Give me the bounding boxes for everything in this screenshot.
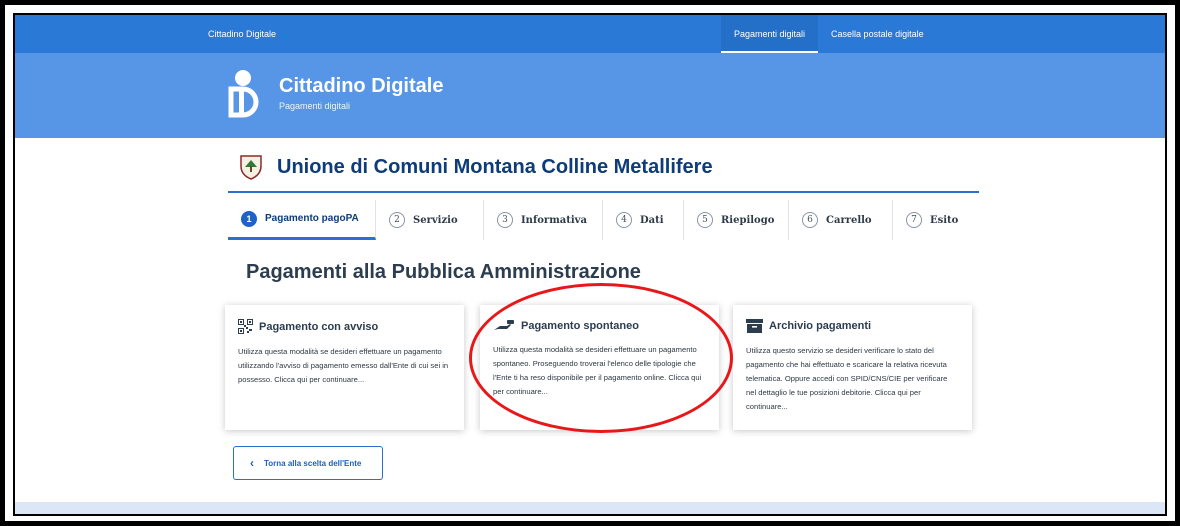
header-subtitle: Pagamenti digitali [279,101,351,111]
card-title: Archivio pagamenti [769,320,872,332]
step-number: 7 [906,212,922,228]
step-number: 1 [241,210,257,227]
chevron-left-icon: ‹ [250,456,254,470]
topbar-nav: Pagamenti digitali Casella postale digit… [721,15,937,53]
card-header: Archivio pagamenti [746,319,959,333]
step-number: 6 [802,212,818,228]
step-label: Servizio [413,214,458,226]
step-number: 2 [389,212,405,228]
page-title: Pagamenti alla Pubblica Amministrazione [246,261,641,283]
ente-crest-icon [240,155,262,180]
step-dati[interactable]: 4 Dati [603,200,684,240]
payment-icon [494,320,514,330]
card-header: Pagamento con avviso [238,319,451,334]
nav-casella-postale[interactable]: Casella postale digitale [818,15,937,53]
ente-heading: Unione di Comuni Montana Colline Metalli… [239,154,713,180]
card-description: Utilizza questa modalità se desideri eff… [493,345,702,396]
nav-pagamenti-digitali[interactable]: Pagamenti digitali [721,15,819,53]
site-header: Cittadino Digitale Pagamenti digitali [15,53,1165,138]
step-informativa[interactable]: 3 Informativa [484,200,603,240]
card-pagamento-con-avviso[interactable]: Pagamento con avviso Utilizza questa mod… [225,305,464,430]
step-servizio[interactable]: 2 Servizio [376,200,484,240]
step-label: Dati [640,214,664,226]
qr-code-icon [238,319,253,334]
card-header: Pagamento spontaneo [493,319,706,332]
card-pagamento-spontaneo[interactable]: Pagamento spontaneo Utilizza questa moda… [480,305,719,430]
header-title: Cittadino Digitale [279,75,444,97]
step-number: 4 [616,212,632,228]
topbar-brand[interactable]: Cittadino Digitale [208,29,276,39]
step-number: 5 [697,212,713,228]
back-to-ente-button[interactable]: ‹ Torna alla scelta dell'Ente [233,446,383,480]
step-pagamento-pagopa[interactable]: 1 Pagamento pagoPA [228,200,376,240]
step-label: Pagamento pagoPA [265,213,359,224]
screenshot-frame: Cittadino Digitale Pagamenti digitali Ca… [0,0,1180,526]
ente-name: Unione di Comuni Montana Colline Metalli… [277,155,713,178]
top-bar: Cittadino Digitale Pagamenti digitali Ca… [15,15,1165,53]
step-label: Riepilogo [721,214,775,226]
progress-steps: 1 Pagamento pagoPA 2 Servizio 3 Informat… [228,200,979,240]
archive-icon [746,319,763,333]
step-carrello[interactable]: 6 Carrello [789,200,893,240]
step-esito[interactable]: 7 Esito [893,200,979,240]
step-label: Informativa [521,214,587,226]
step-label: Carrello [826,214,872,226]
card-description: Utilizza questa modalità se desideri eff… [238,347,449,384]
footer-band [15,502,1165,514]
ente-divider [228,191,979,193]
browser-viewport: Cittadino Digitale Pagamenti digitali Ca… [13,13,1167,516]
card-archivio-pagamenti[interactable]: Archivio pagamenti Utilizza questo servi… [733,305,972,430]
step-number: 3 [497,212,513,228]
back-button-label: Torna alla scelta dell'Ente [264,458,362,468]
card-description: Utilizza questo servizio se desideri ver… [746,346,948,411]
card-title: Pagamento spontaneo [521,319,639,332]
card-title: Pagamento con avviso [259,320,379,333]
step-riepilogo[interactable]: 5 Riepilogo [684,200,789,240]
cittadino-digitale-logo-icon[interactable] [225,69,261,121]
step-label: Esito [930,214,959,226]
